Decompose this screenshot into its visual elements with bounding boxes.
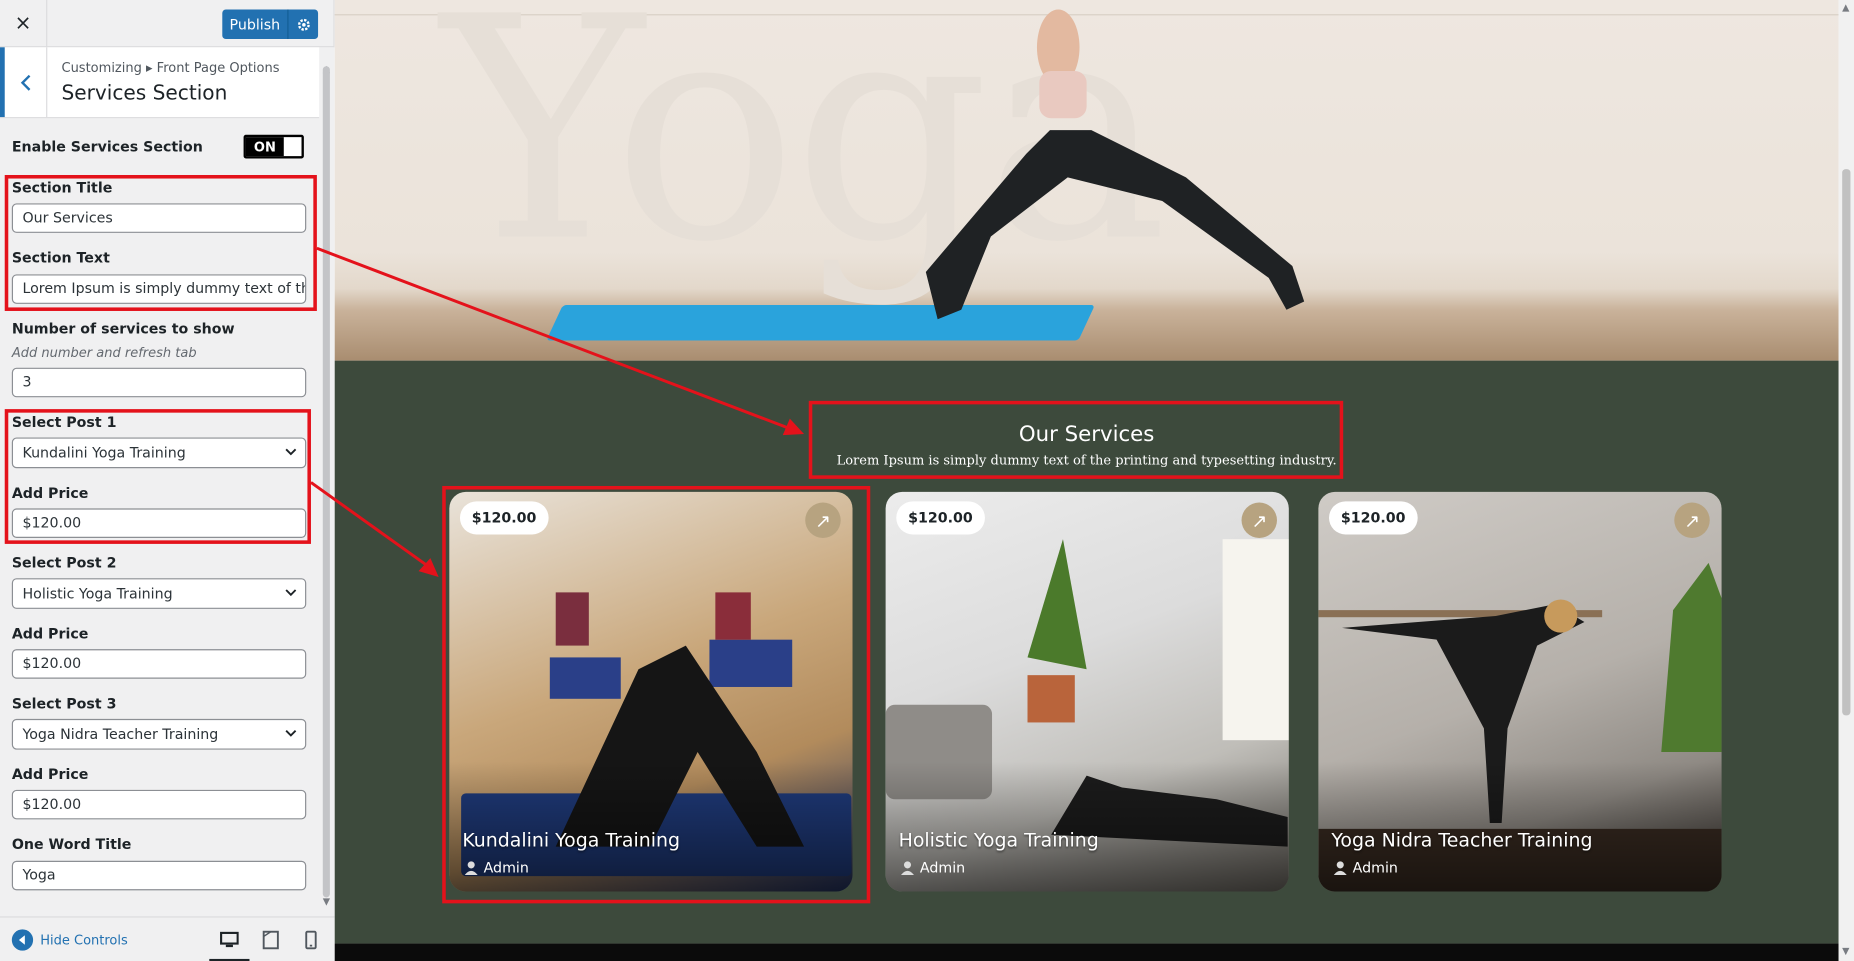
service-card-2[interactable]: $120.00 ↗ Holistic Yoga Training Admin	[885, 491, 1289, 892]
card-2-author-name: Admin	[919, 859, 966, 877]
site-preview: Yoga Our Services Lorem Ipsum is simply …	[334, 0, 1854, 961]
breadcrumb-separator: ▸	[146, 60, 153, 76]
scroll-down-icon[interactable]: ▼	[323, 896, 330, 907]
breadcrumb-page: Front Page Options	[156, 60, 280, 76]
gear-icon[interactable]	[287, 9, 318, 40]
chevron-left-icon	[20, 74, 30, 91]
price-3-label: Add Price	[11, 766, 89, 783]
collapse-icon	[11, 929, 34, 951]
highlight-box-section-fields	[4, 174, 317, 311]
close-icon[interactable]: ×	[0, 0, 48, 48]
card-3-author: Admin	[1333, 859, 1398, 877]
price-3-input[interactable]: $120.00	[11, 789, 307, 820]
customizer-screen: × Publish Customizing ▸ Front Page Optio…	[0, 0, 1854, 961]
preview-scrollbar-thumb[interactable]	[1842, 169, 1851, 716]
yoga-pose-figure	[925, 9, 1305, 320]
sidebar-scrollbar[interactable]: ▲ ▼	[319, 47, 335, 917]
highlight-box-card-1	[442, 485, 871, 904]
select-post-3-label: Select Post 3	[11, 695, 117, 712]
service-card-3[interactable]: $120.00 ↗ Yoga Nidra Teacher Training Ad…	[1318, 491, 1722, 892]
card-2-author: Admin	[900, 859, 966, 877]
select-post-3-value: Yoga Nidra Teacher Training	[22, 725, 219, 743]
hero-banner: Yoga	[334, 0, 1839, 361]
one-word-title-label: One Word Title	[11, 835, 132, 853]
price-2-input[interactable]: $120.00	[11, 649, 307, 679]
services-section: Our Services Lorem Ipsum is simply dummy…	[334, 360, 1839, 944]
footer-strip	[334, 943, 1839, 961]
card-3-price: $120.00	[1329, 501, 1418, 535]
arrow-up-right-icon[interactable]: ↗	[1241, 502, 1277, 538]
user-icon	[1333, 861, 1347, 875]
hide-controls-label: Hide Controls	[40, 932, 128, 948]
chevron-down-icon	[285, 730, 297, 737]
breadcrumb-prefix: Customizing	[61, 60, 142, 76]
customizer-header: × Publish	[0, 0, 335, 48]
publish-label: Publish	[229, 15, 281, 33]
enable-services-label: Enable Services Section	[11, 138, 203, 155]
scrollbar-thumb[interactable]	[322, 66, 330, 898]
select-post-2-value: Holistic Yoga Training	[22, 585, 173, 602]
user-icon	[900, 861, 914, 875]
enable-services-toggle[interactable]: ON	[243, 134, 304, 159]
chevron-down-icon	[285, 589, 297, 597]
scroll-up-icon[interactable]: ▲	[1842, 2, 1849, 13]
mobile-icon[interactable]	[302, 930, 321, 950]
tablet-icon[interactable]	[261, 930, 280, 950]
card-2-price: $120.00	[896, 501, 985, 535]
toggle-state: ON	[245, 137, 284, 157]
breadcrumb: Customizing ▸ Front Page Options	[61, 60, 279, 75]
hide-controls-button[interactable]: Hide Controls	[11, 929, 128, 951]
publish-button[interactable]: Publish	[222, 9, 319, 40]
section-title: Services Section	[61, 81, 228, 106]
select-post-2-label: Select Post 2	[11, 554, 117, 572]
price-2-label: Add Price	[11, 625, 89, 643]
scroll-down-icon[interactable]: ▼	[1842, 946, 1849, 957]
customizer-sidebar: × Publish Customizing ▸ Front Page Optio…	[0, 0, 335, 961]
desktop-icon[interactable]	[220, 931, 239, 950]
highlight-box-post-1	[4, 409, 311, 544]
section-header: Customizing ▸ Front Page Options Service…	[0, 47, 320, 119]
select-post-3[interactable]: Yoga Nidra Teacher Training	[11, 718, 307, 750]
one-word-title-input[interactable]: Yoga	[11, 860, 307, 891]
customizer-footer: Hide Controls	[0, 916, 335, 961]
back-button[interactable]	[0, 47, 48, 118]
select-post-2[interactable]: Holistic Yoga Training	[11, 578, 307, 609]
num-services-input[interactable]: 3	[11, 367, 307, 398]
card-2-title[interactable]: Holistic Yoga Training	[899, 829, 1099, 851]
card-3-author-name: Admin	[1352, 859, 1398, 877]
card-3-title[interactable]: Yoga Nidra Teacher Training	[1331, 829, 1592, 851]
highlight-box-services-heading	[808, 400, 1344, 479]
num-services-label: Number of services to show	[11, 320, 235, 337]
num-services-description: Add number and refresh tab	[11, 345, 197, 361]
preview-scrollbar[interactable]: ▲ ▼	[1838, 0, 1854, 961]
arrow-up-right-icon[interactable]: ↗	[1674, 502, 1710, 538]
